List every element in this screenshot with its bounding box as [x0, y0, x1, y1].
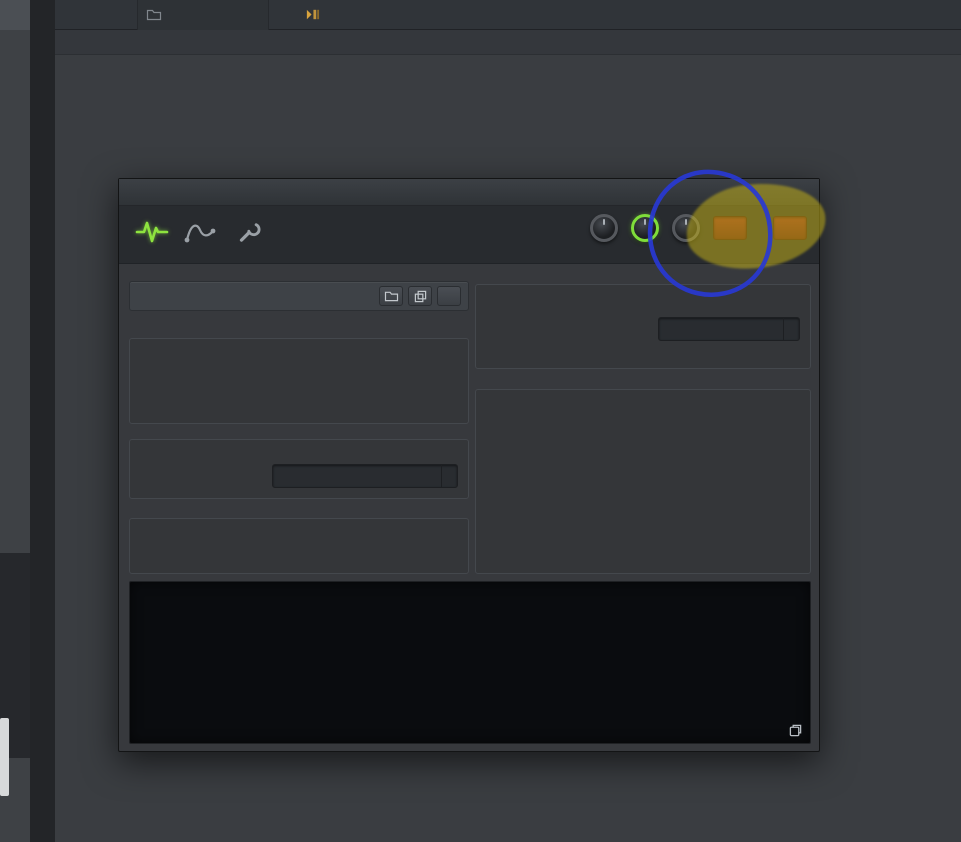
tab-miscellaneous-wrench[interactable]	[227, 214, 269, 250]
fl-studio-screen	[0, 0, 961, 842]
left-panel-top	[0, 0, 30, 30]
declicking-mode-dropdown[interactable]	[272, 464, 458, 488]
channel-filter-dropdown[interactable]	[137, 0, 269, 30]
volume-knob[interactable]	[631, 214, 659, 242]
declicking-section	[129, 439, 469, 499]
content-section	[129, 338, 469, 424]
waveform-display	[129, 581, 811, 744]
pan-knob[interactable]	[590, 214, 618, 242]
channel-settings-window	[118, 178, 820, 752]
loop-section	[129, 518, 469, 574]
channel-rack-toolbar	[55, 0, 961, 30]
sample-pages-icon	[789, 724, 802, 737]
pitch-range-display[interactable]	[713, 216, 747, 240]
browse-sample-button[interactable]	[379, 286, 403, 306]
dialog-titlebar[interactable]	[119, 179, 819, 206]
pitch-range-group	[713, 214, 747, 245]
volume-knob-group	[631, 214, 659, 247]
stack-sample-button[interactable]	[408, 286, 432, 306]
channel-rack-icon	[305, 7, 320, 22]
rack-title-group	[305, 7, 328, 22]
file-row	[129, 281, 469, 311]
time-stretching-section	[475, 284, 811, 369]
dialog-body	[119, 264, 819, 751]
folder-icon	[146, 8, 162, 21]
track-group	[773, 214, 807, 245]
clear-sample-button[interactable]	[437, 286, 461, 306]
pitch-knob[interactable]	[672, 214, 700, 242]
stretch-mode-dropdown[interactable]	[658, 317, 800, 341]
pan-knob-group	[590, 214, 618, 247]
pitch-knob-group	[672, 214, 700, 247]
chevron-right-icon	[783, 318, 799, 340]
chevron-right-icon	[441, 465, 457, 487]
tab-envelope[interactable]	[179, 214, 221, 250]
dialog-tab-strip	[119, 206, 819, 264]
rack-header-strip	[55, 30, 961, 55]
precomputed-effects-section	[475, 389, 811, 574]
track-display[interactable]	[773, 216, 807, 240]
tab-sample-waveform[interactable]	[131, 214, 173, 250]
left-scrollbar-chip[interactable]	[0, 718, 9, 796]
left-clipped-panel	[0, 0, 30, 842]
